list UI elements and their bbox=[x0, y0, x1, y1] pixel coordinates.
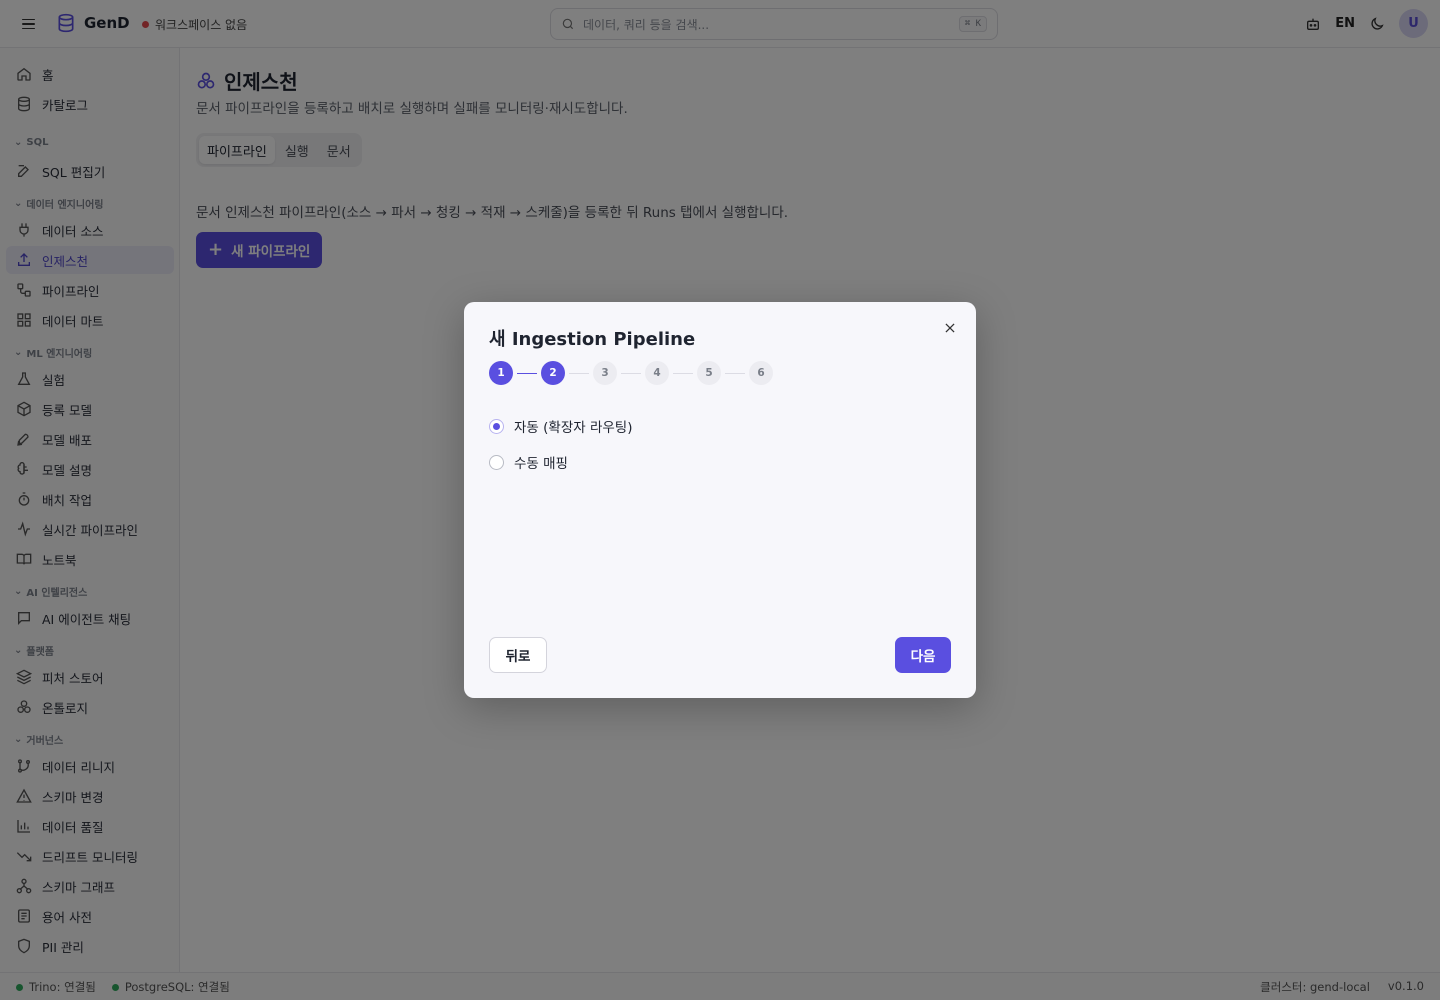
next-button[interactable]: 다음 bbox=[895, 637, 951, 673]
step-connector bbox=[725, 372, 745, 374]
option-auto-routing[interactable]: 자동 (확장자 라우팅) bbox=[489, 416, 632, 436]
step-5: 5 bbox=[697, 361, 721, 385]
close-icon[interactable] bbox=[940, 318, 960, 338]
step-connector bbox=[673, 372, 693, 374]
option-label: 자동 (확장자 라우팅) bbox=[514, 420, 633, 436]
radio-auto[interactable] bbox=[489, 418, 504, 434]
radio-manual[interactable] bbox=[489, 454, 504, 470]
step-2: 2 bbox=[541, 361, 565, 385]
step-connector bbox=[517, 372, 537, 374]
step-6: 6 bbox=[749, 361, 773, 385]
modal-overlay[interactable]: 새 Ingestion Pipeline 1 2 3 4 5 6 자동 (확장자… bbox=[0, 0, 1440, 1000]
step-connector bbox=[621, 372, 641, 374]
back-button[interactable]: 뒤로 bbox=[489, 637, 547, 673]
option-label: 수동 매핑 bbox=[514, 456, 568, 472]
option-manual-mapping[interactable]: 수동 매핑 bbox=[489, 452, 568, 472]
step-4: 4 bbox=[645, 361, 669, 385]
step-connector bbox=[569, 372, 589, 374]
step-3: 3 bbox=[593, 361, 617, 385]
dialog-title: 새 Ingestion Pipeline bbox=[489, 329, 696, 350]
stepper: 1 2 3 4 5 6 bbox=[489, 361, 789, 385]
step-1: 1 bbox=[489, 361, 513, 385]
new-pipeline-dialog: 새 Ingestion Pipeline 1 2 3 4 5 6 자동 (확장자… bbox=[464, 302, 976, 698]
